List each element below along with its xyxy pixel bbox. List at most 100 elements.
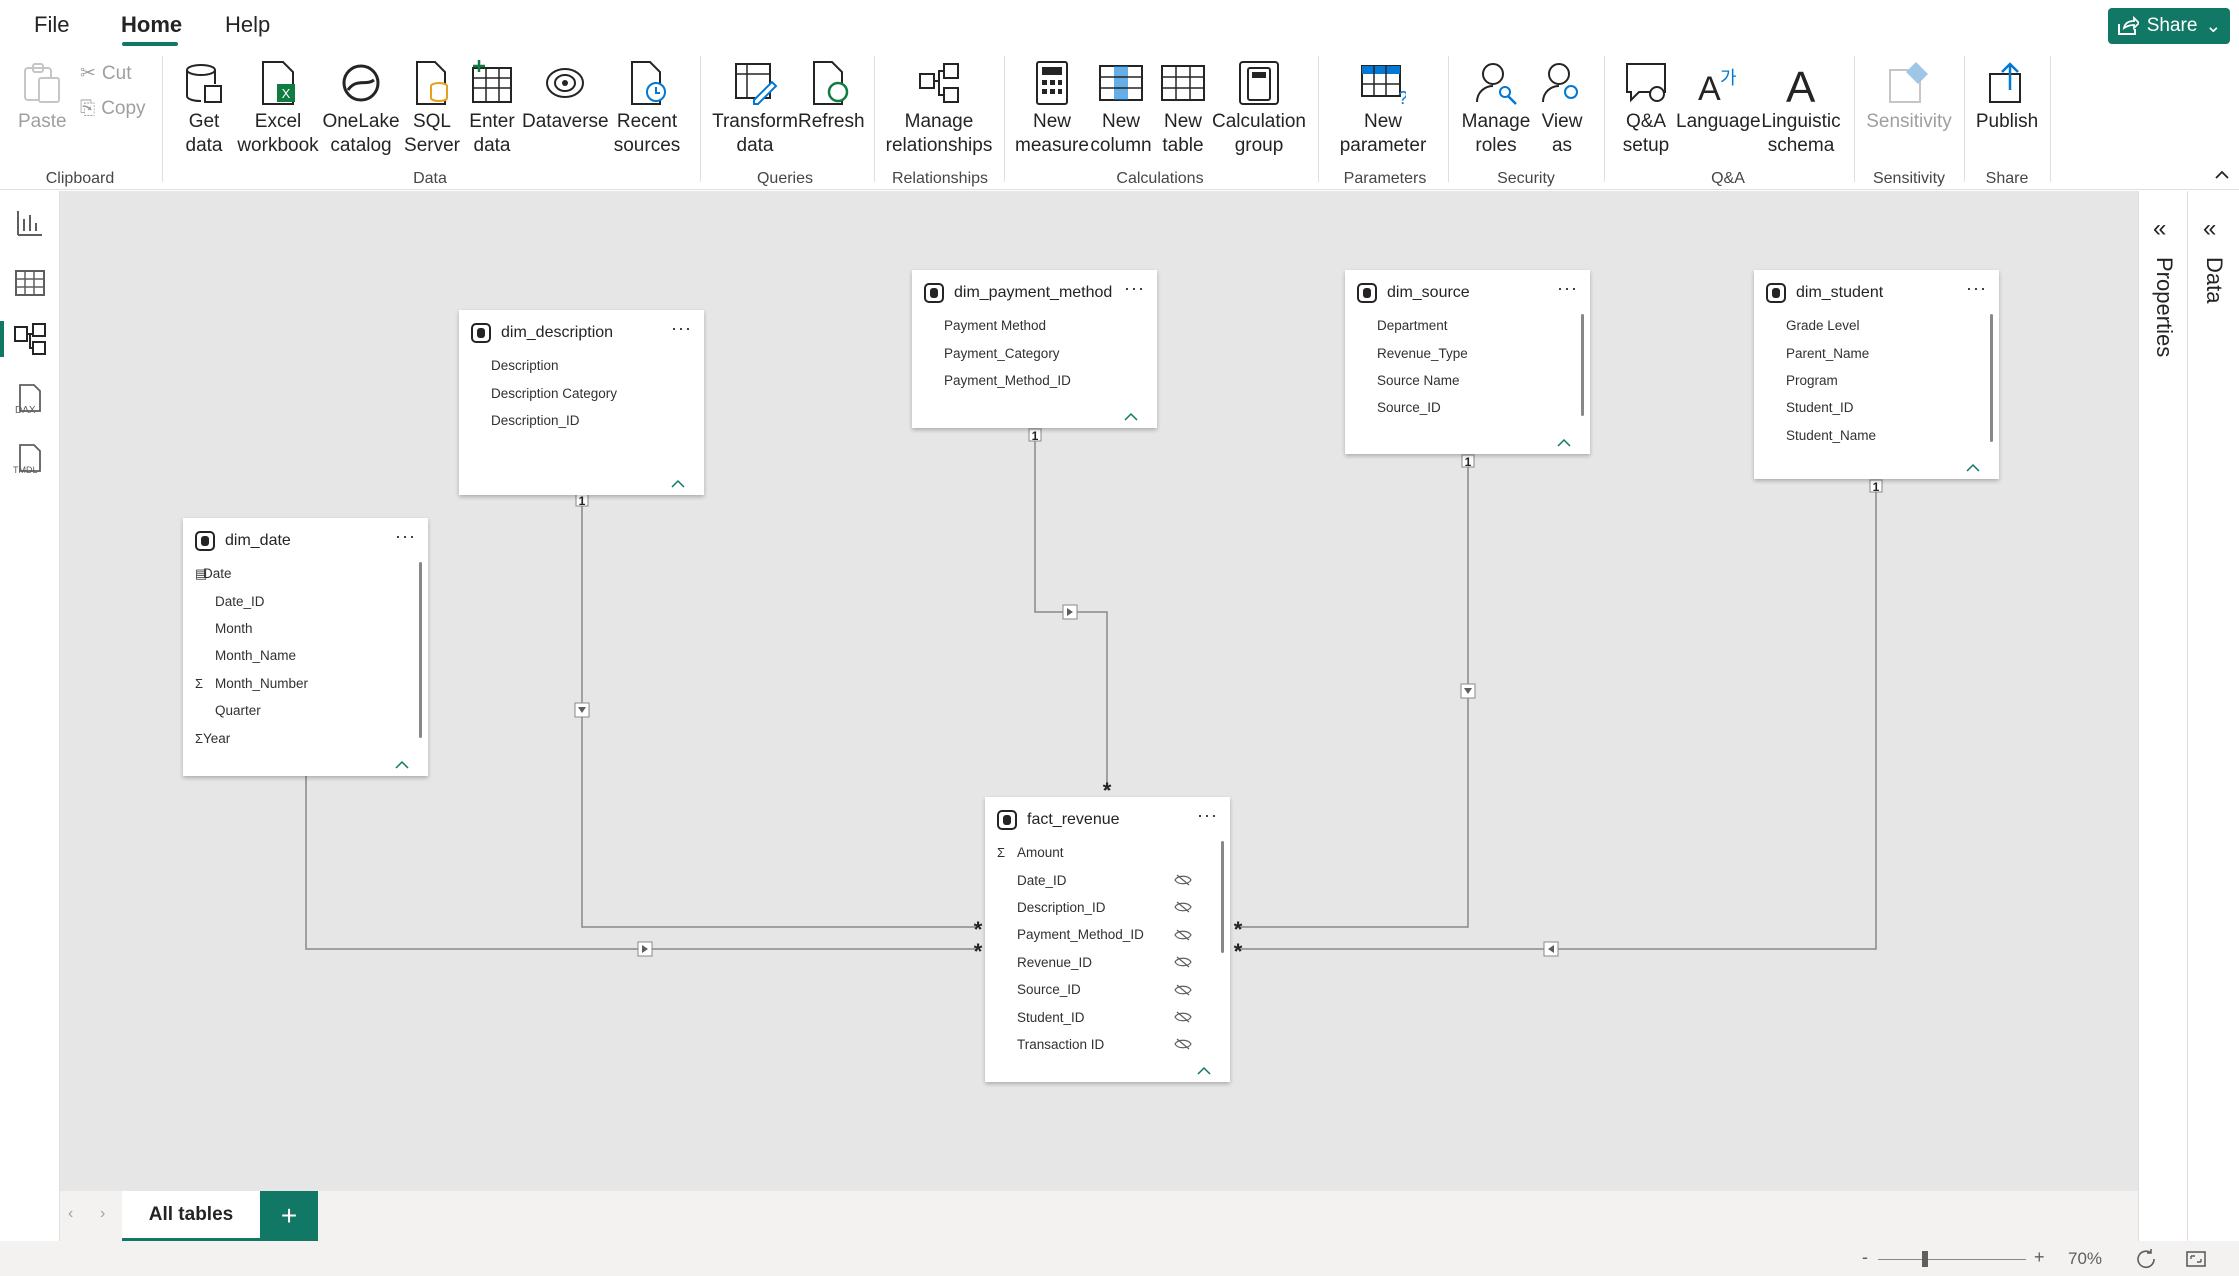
field-item[interactable]: Grade Level [1754,312,1999,339]
menu-file[interactable]: File [34,12,69,38]
hidden-eye-icon[interactable] [1174,1011,1192,1023]
table-header[interactable]: dim_student ··· [1754,274,1999,312]
scrollbar[interactable] [1581,314,1584,416]
view-as-button[interactable]: View as [1536,60,1588,158]
zoom-level[interactable]: 70% [2068,1249,2102,1269]
field-item[interactable]: Description_ID [459,407,704,434]
table-card-dim-payment-method[interactable]: dim_payment_method ··· Payment Method Pay… [912,270,1157,428]
table-card-dim-student[interactable]: dim_student ··· Grade Level Parent_Name P… [1754,270,1999,479]
copy-button[interactable]: ⎘ Copy [80,98,146,120]
table-card-dim-description[interactable]: dim_description ··· Description Descripti… [459,310,704,495]
field-item[interactable]: Student_Name [1754,422,1999,449]
new-table-button[interactable]: New table [1158,60,1208,158]
properties-pane-label[interactable]: Properties [2151,257,2177,357]
field-item[interactable]: Month_Name [183,642,428,669]
field-item[interactable]: Σ Year [183,724,428,751]
more-options-icon[interactable]: ··· [395,526,416,547]
add-layout-button[interactable]: + [260,1191,318,1241]
field-item[interactable]: Payment Method [912,312,1157,339]
expand-data-icon[interactable]: « [2203,215,2216,243]
publish-button[interactable]: Publish [1974,60,2040,134]
qa-setup-button[interactable]: Q&A setup [1614,60,1678,158]
menu-home[interactable]: Home [121,12,182,38]
hidden-eye-icon[interactable] [1174,1038,1192,1050]
zoom-slider-thumb[interactable] [1922,1251,1928,1267]
hidden-eye-icon[interactable] [1174,956,1192,968]
collapse-card-icon[interactable] [1556,438,1572,448]
field-item[interactable]: Date_ID [183,587,428,614]
collapse-card-icon[interactable] [1965,463,1981,473]
field-item[interactable]: Source_ID [1345,394,1590,421]
manage-roles-button[interactable]: Manage roles [1456,60,1536,158]
recent-sources-button[interactable]: Recent sources [612,60,682,158]
more-options-icon[interactable]: ··· [1124,278,1145,299]
scrollbar[interactable] [1990,314,1993,442]
table-card-dim-date[interactable]: dim_date ··· ▤ Date Date_ID Month Month_Na… [183,518,428,776]
field-item[interactable]: ▤ Date [183,560,428,587]
table-view-icon[interactable] [12,265,48,301]
hidden-eye-icon[interactable] [1174,901,1192,913]
field-item[interactable]: Payment_Method_ID [912,367,1157,394]
collapse-card-icon[interactable] [670,479,686,489]
field-item[interactable]: Payment_Category [912,339,1157,366]
scroll-right-icon[interactable]: › [100,1205,105,1223]
collapse-card-icon[interactable] [1196,1066,1212,1076]
field-item[interactable]: Revenue_Type [1345,339,1590,366]
calculation-group-button[interactable]: Calculation group [1212,60,1306,158]
onelake-catalog-button[interactable]: OneLake catalog [322,60,400,158]
more-options-icon[interactable]: ··· [1966,278,1987,299]
field-item[interactable]: Description Category [459,379,704,406]
dataverse-button[interactable]: Dataverse [522,60,609,134]
new-measure-button[interactable]: New measure [1014,60,1090,158]
fit-to-screen-icon[interactable] [2184,1247,2208,1271]
paste-button[interactable]: Paste [18,60,67,134]
more-options-icon[interactable]: ··· [1197,805,1218,826]
language-button[interactable]: A가 Language [1676,60,1761,134]
reset-layout-icon[interactable] [2134,1247,2158,1271]
collapse-card-icon[interactable] [394,760,410,770]
new-parameter-button[interactable]: ? New parameter [1330,60,1436,158]
field-item[interactable]: Σ Amount [985,839,1230,866]
field-item[interactable]: Description [459,352,704,379]
field-item[interactable]: Program [1754,367,1999,394]
tab-all-tables[interactable]: All tables [122,1191,260,1241]
field-item[interactable]: Quarter [183,697,428,724]
hidden-eye-icon[interactable] [1174,874,1192,886]
field-item[interactable]: Department [1345,312,1590,339]
get-data-button[interactable]: Get data [176,60,232,158]
field-item[interactable]: Σ Month_Number [183,670,428,697]
dax-query-view-icon[interactable]: DAX [12,381,48,417]
data-pane-label[interactable]: Data [2201,257,2227,303]
excel-workbook-button[interactable]: X Excel workbook [236,60,320,158]
table-card-fact-revenue[interactable]: fact_revenue ··· Σ Amount Date_ID Descript… [985,797,1230,1082]
table-header[interactable]: dim_source ··· [1345,274,1590,312]
linguistic-schema-button[interactable]: A Linguistic schema [1760,60,1842,158]
field-item[interactable]: Source Name [1345,367,1590,394]
table-header[interactable]: fact_revenue ··· [985,801,1230,839]
field-item[interactable]: Parent_Name [1754,339,1999,366]
table-header[interactable]: dim_payment_method ··· [912,274,1157,312]
field-item[interactable]: Source_ID [985,976,1230,1003]
enter-data-button[interactable]: Enter data [464,60,520,158]
field-item[interactable]: Payment_Method_ID [985,921,1230,948]
refresh-button[interactable]: Refresh [798,60,865,134]
sensitivity-button[interactable]: Sensitivity [1862,60,1956,134]
field-item[interactable]: Transaction ID [985,1031,1230,1058]
new-column-button[interactable]: New column [1090,60,1152,158]
hidden-eye-icon[interactable] [1174,929,1192,941]
menu-help[interactable]: Help [225,12,270,38]
zoom-out-icon[interactable]: - [1862,1247,1868,1268]
hidden-eye-icon[interactable] [1174,984,1192,996]
field-item[interactable]: Student_ID [1754,394,1999,421]
field-item[interactable]: Month [183,615,428,642]
scrollbar[interactable] [419,562,422,738]
table-header[interactable]: dim_date ··· [183,522,428,560]
transform-data-button[interactable]: Transform data [712,60,798,158]
collapse-ribbon-icon[interactable] [2214,168,2230,180]
zoom-slider[interactable] [1878,1259,2026,1260]
scroll-left-icon[interactable]: ‹ [68,1205,73,1223]
sql-server-button[interactable]: SQL Server [404,60,460,158]
expand-properties-icon[interactable]: « [2153,215,2166,243]
table-header[interactable]: dim_description ··· [459,314,704,352]
more-options-icon[interactable]: ··· [1557,278,1578,299]
